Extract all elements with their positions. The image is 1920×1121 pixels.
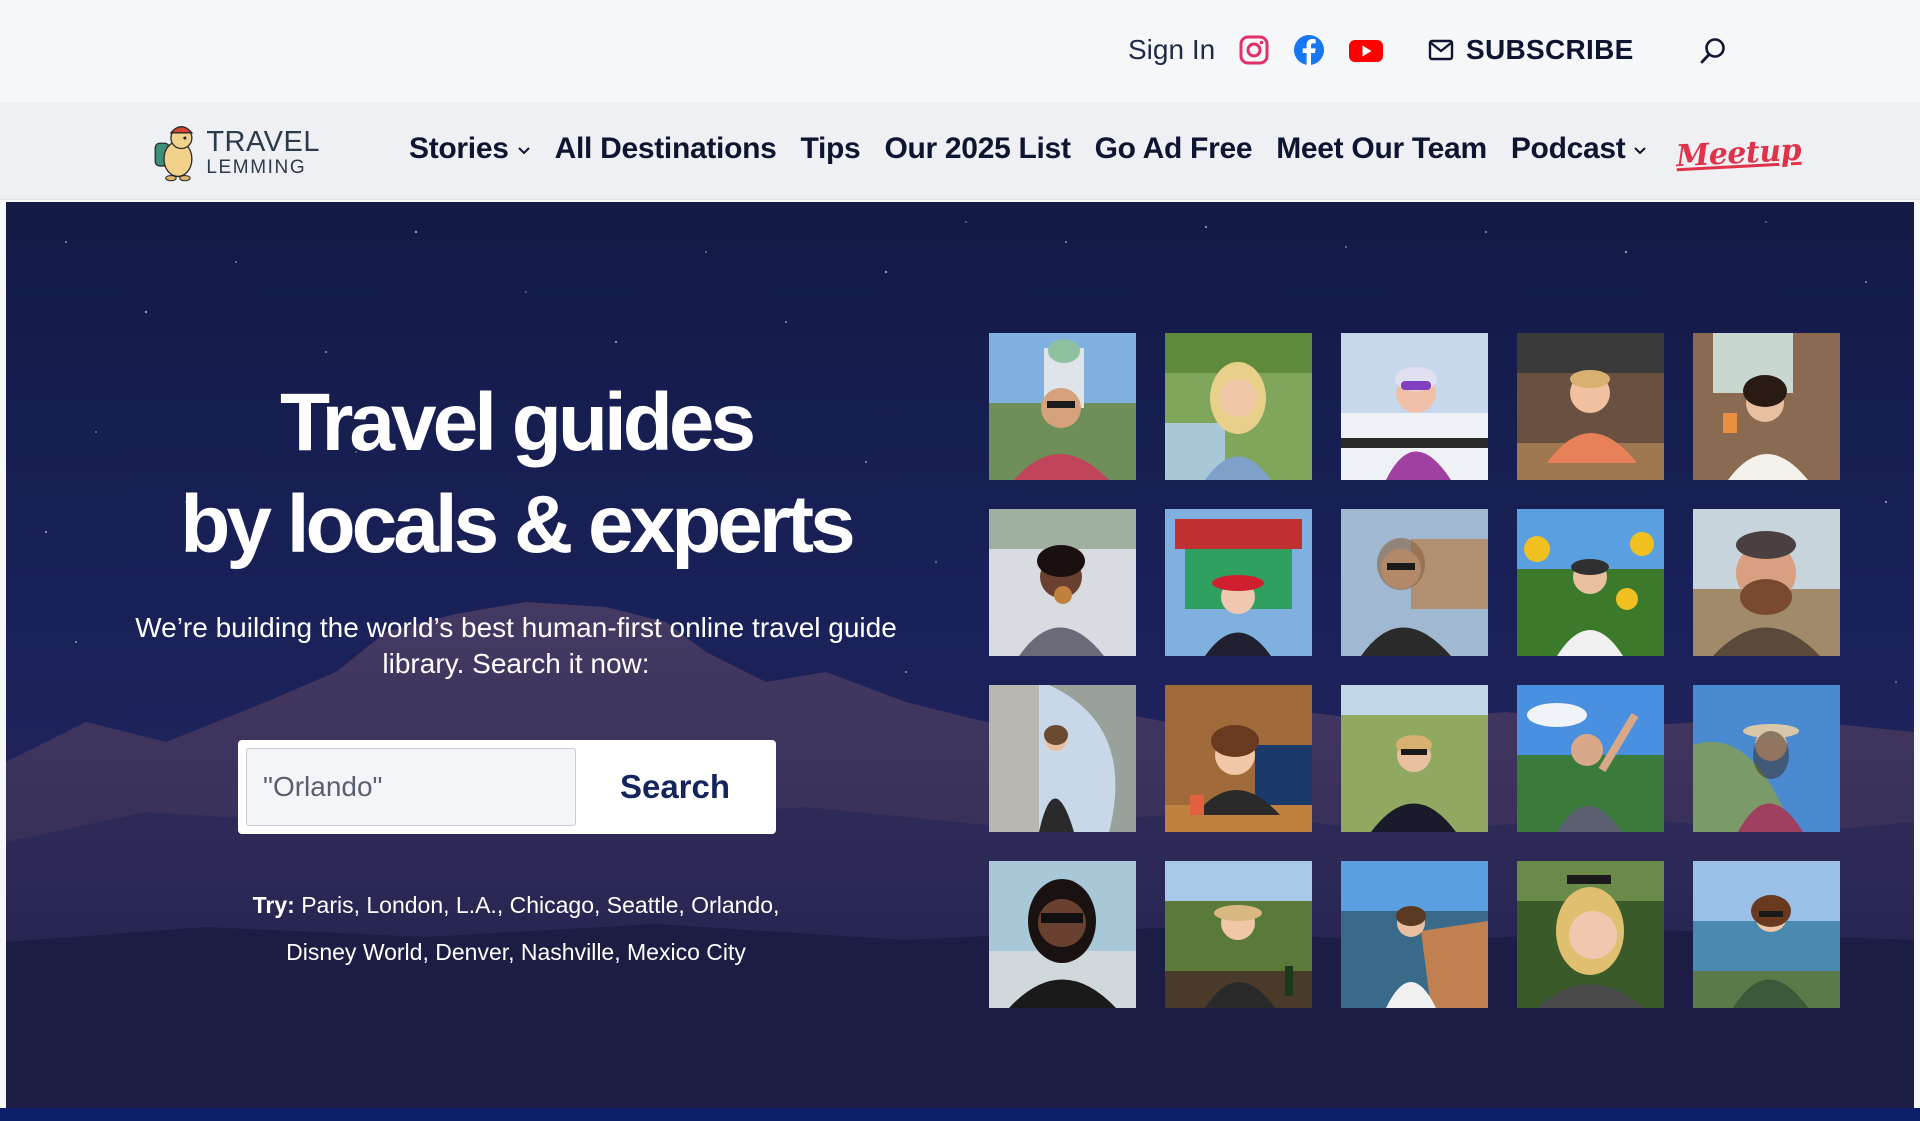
nav-item-2025-list[interactable]: Our 2025 List [884, 132, 1070, 166]
try-label: Try: [252, 892, 295, 918]
destination-search-input[interactable] [246, 748, 576, 826]
youtube-icon[interactable] [1348, 34, 1384, 66]
contributor-photo [1341, 685, 1488, 832]
nav-item-podcast[interactable]: Podcast [1511, 132, 1648, 166]
suggested-searches: Try: Paris, London, L.A., Chicago, Seatt… [252, 892, 780, 965]
nav-item-meet-our-team[interactable]: Meet Our Team [1276, 132, 1487, 166]
contributor-photo [1341, 509, 1488, 656]
search-icon[interactable] [1698, 36, 1728, 66]
main-navigation: TRAVEL LEMMING Stories All Destinations … [0, 102, 1920, 200]
hero-headline: Travel guides by locals & experts [96, 372, 936, 576]
sign-in-link[interactable]: Sign In [1128, 34, 1215, 66]
hero-section: Travel guides by locals & experts We’re … [6, 202, 1914, 1108]
contributor-photo [1165, 685, 1312, 832]
try-link-orlando[interactable]: Orlando [691, 892, 773, 918]
subscribe-button[interactable]: SUBSCRIBE [1428, 34, 1634, 66]
nav-item-tips[interactable]: Tips [801, 132, 861, 166]
top-utility-bar: Sign In SUBSCRIBE [0, 0, 1920, 102]
contributor-photo [1165, 509, 1312, 656]
nav-item-label: Tips [800, 132, 861, 165]
contributor-photo [989, 861, 1136, 1008]
mail-icon [1428, 39, 1454, 61]
contributor-photo [1341, 861, 1488, 1008]
try-link-nashville[interactable]: Nashville [521, 939, 614, 965]
facebook-icon[interactable] [1293, 34, 1325, 66]
try-link-london[interactable]: London [366, 892, 443, 918]
contributor-photo [1693, 509, 1840, 656]
try-link-denver[interactable]: Denver [435, 939, 508, 965]
nav-item-label: Stories [409, 132, 509, 165]
try-link-la[interactable]: L.A. [456, 892, 497, 918]
instagram-icon[interactable] [1238, 34, 1270, 66]
contributor-photo [1517, 509, 1664, 656]
contributor-photo-grid [989, 333, 1840, 1008]
contributor-photo [1341, 333, 1488, 480]
contributor-photo [1517, 861, 1664, 1008]
chevron-down-icon [1634, 147, 1647, 155]
nav-item-label: All Destinations [554, 132, 777, 165]
hero-bottom-bar [0, 1108, 1920, 1121]
subscribe-label: SUBSCRIBE [1466, 34, 1634, 65]
try-link-chicago[interactable]: Chicago [510, 892, 594, 918]
logo-text-travel: TRAVEL [206, 125, 320, 158]
contributor-photo [989, 509, 1136, 656]
meetup-logo-link[interactable]: Meetup [1675, 133, 1802, 174]
contributor-photo [989, 333, 1136, 480]
search-form: Search [238, 740, 776, 834]
hero-subhead: We’re building the world’s best human-fi… [135, 612, 897, 679]
lemming-mascot-icon [154, 126, 194, 182]
logo-text-lemming: LEMMING [206, 156, 307, 178]
contributor-photo [989, 685, 1136, 832]
search-button[interactable]: Search [580, 748, 770, 826]
nav-item-all-destinations[interactable]: All Destinations [555, 132, 777, 166]
nav-item-stories[interactable]: Stories [409, 132, 531, 166]
try-link-paris[interactable]: Paris [301, 892, 353, 918]
chevron-down-icon [517, 147, 530, 155]
nav-item-go-ad-free[interactable]: Go Ad Free [1095, 132, 1253, 166]
nav-item-label: Our 2025 List [884, 132, 1071, 165]
travel-lemming-logo[interactable]: TRAVEL LEMMING [150, 116, 320, 188]
nav-item-label: Podcast [1510, 132, 1626, 165]
headline-line-1: Travel guides [279, 377, 756, 468]
contributor-photo [1165, 861, 1312, 1008]
contributor-photo [1517, 685, 1664, 832]
contributor-photo [1693, 685, 1840, 832]
headline-line-2: by locals & experts [180, 479, 855, 570]
nav-item-label: Meet Our Team [1276, 132, 1487, 165]
try-link-seattle[interactable]: Seattle [607, 892, 679, 918]
contributor-photo [1693, 333, 1840, 480]
try-link-mexico-city[interactable]: Mexico City [627, 939, 746, 965]
contributor-photo [1517, 333, 1664, 480]
nav-item-label: Go Ad Free [1094, 132, 1253, 165]
try-link-disney-world[interactable]: Disney World [286, 939, 422, 965]
contributor-photo [1165, 333, 1312, 480]
contributor-photo [1693, 861, 1840, 1008]
nav-menu: Stories All Destinations Tips Our 2025 L… [409, 132, 1671, 166]
